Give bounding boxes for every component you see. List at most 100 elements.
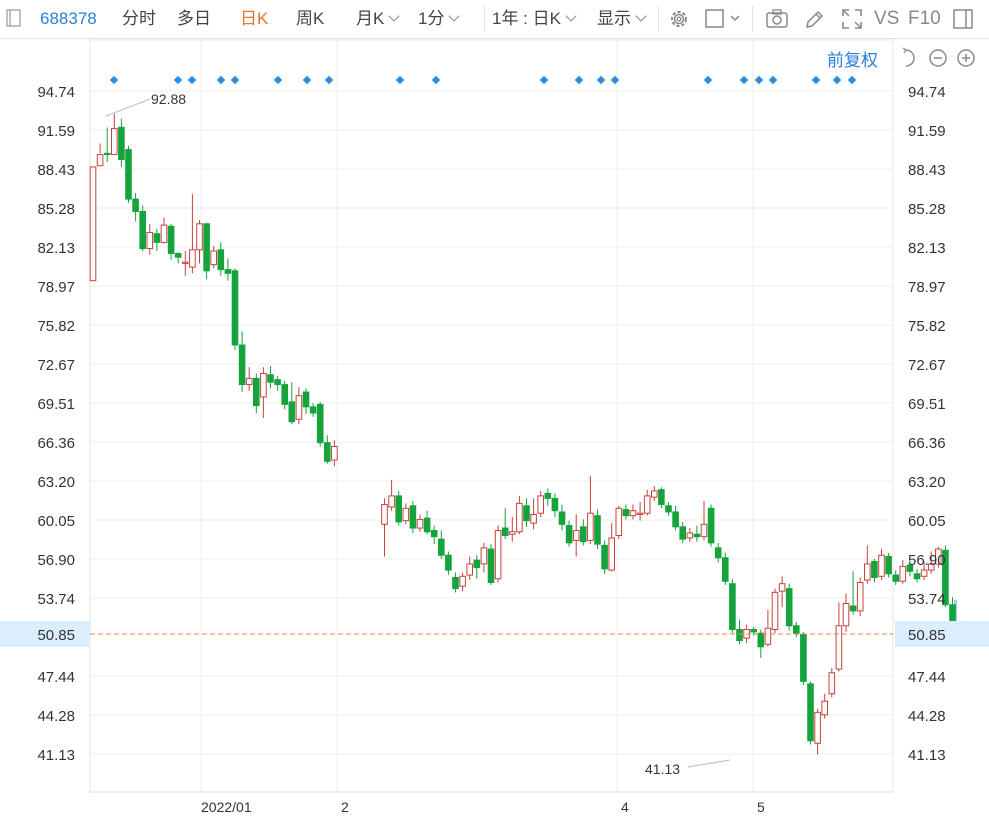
event-marker-diamond bbox=[703, 75, 713, 85]
candle-body bbox=[210, 250, 217, 266]
candle-body bbox=[643, 495, 651, 514]
event-marker-diamond bbox=[847, 75, 857, 85]
sidebar-toggle-icon[interactable] bbox=[6, 9, 22, 27]
candle-body bbox=[530, 513, 537, 524]
candle-body bbox=[764, 627, 772, 645]
zoom-in-icon[interactable] bbox=[955, 47, 979, 77]
candle-series bbox=[89, 113, 963, 755]
tab-yue-k[interactable]: 月K bbox=[356, 8, 401, 30]
candle-body bbox=[693, 533, 701, 538]
candle-body bbox=[238, 344, 246, 386]
candle-body bbox=[473, 559, 481, 569]
candle-body bbox=[167, 225, 175, 255]
y-tick-label: 88.43 bbox=[37, 162, 75, 179]
tab-ri-k[interactable]: 日K bbox=[240, 8, 268, 30]
event-marker-diamond bbox=[739, 75, 749, 85]
candle-body bbox=[651, 490, 658, 498]
candle-body bbox=[899, 565, 907, 582]
candle-body bbox=[146, 231, 154, 250]
y-tick-label: 56.90 bbox=[908, 552, 946, 569]
side-panel-icon[interactable] bbox=[952, 8, 976, 30]
candle-body bbox=[231, 270, 239, 346]
candle-body bbox=[771, 591, 779, 630]
event-marker-diamond bbox=[324, 75, 334, 85]
y-tick-label: 66.36 bbox=[908, 435, 946, 452]
vs-button[interactable]: VS bbox=[874, 8, 899, 30]
gear-icon[interactable] bbox=[667, 8, 691, 30]
y-tick-label: 47.44 bbox=[908, 669, 946, 686]
chevron-down-icon bbox=[565, 10, 577, 22]
tab-fen-shi[interactable]: 分时 bbox=[122, 8, 156, 30]
candle-body bbox=[459, 575, 466, 587]
chart-overlays: 92.88 41.13 bbox=[90, 91, 893, 777]
candle-body bbox=[381, 504, 388, 525]
stock-symbol[interactable]: 688378 bbox=[40, 8, 97, 30]
top-toolbar: 688378 分时 多日 日K 周K 月K 1分 1年 : 日K 显示 VS F… bbox=[0, 0, 989, 39]
candle-body bbox=[402, 507, 410, 522]
x-tick-label: 2022/01 bbox=[201, 799, 252, 815]
price-adjust-label[interactable]: 前复权 bbox=[827, 46, 878, 71]
event-marker-diamond bbox=[173, 75, 183, 85]
candle-body bbox=[160, 224, 168, 243]
y-tick-label: 75.82 bbox=[908, 318, 946, 335]
range-select-label: 1年 : 日K bbox=[492, 9, 561, 28]
range-select[interactable]: 1年 : 日K bbox=[492, 8, 577, 30]
y-tick-label: 69.51 bbox=[908, 396, 946, 413]
toolbar-divider bbox=[658, 6, 659, 32]
low-price-label: 41.13 bbox=[645, 761, 680, 777]
high-price-label: 92.88 bbox=[151, 91, 186, 107]
camera-icon[interactable] bbox=[765, 8, 789, 30]
candle-body bbox=[658, 489, 665, 506]
overlay-toggle-icon[interactable] bbox=[703, 8, 743, 30]
candle-body bbox=[182, 261, 189, 264]
tab-yue-k-label: 月K bbox=[356, 9, 385, 28]
toolbar-divider bbox=[752, 6, 753, 32]
candle-body bbox=[260, 372, 267, 398]
event-marker-diamond bbox=[596, 75, 606, 85]
candle-body bbox=[686, 532, 694, 539]
candle-body bbox=[580, 526, 587, 543]
candle-body bbox=[785, 588, 793, 627]
candle-body bbox=[714, 547, 722, 559]
candle-body bbox=[622, 509, 630, 517]
display-menu[interactable]: 显示 bbox=[597, 8, 647, 30]
y-tick-label: 47.44 bbox=[37, 669, 75, 686]
tab-duo-ri[interactable]: 多日 bbox=[177, 8, 211, 30]
kline-chart[interactable]: 92.88 41.13 94.74 91.59 88.43 85.28 82.13 78.9… bbox=[0, 0, 989, 828]
y-tick-label: 63.20 bbox=[37, 474, 75, 491]
zoom-out-icon[interactable] bbox=[927, 47, 951, 77]
chevron-down-icon bbox=[388, 10, 401, 22]
y-tick-label: 94.74 bbox=[37, 84, 75, 101]
candle-body bbox=[452, 577, 459, 590]
pencil-icon[interactable] bbox=[802, 8, 826, 30]
candle-body bbox=[828, 672, 836, 695]
candle-body bbox=[601, 544, 608, 570]
candle-body bbox=[800, 633, 807, 682]
f10-button[interactable]: F10 bbox=[908, 8, 941, 30]
candle-body bbox=[395, 495, 402, 523]
undo-icon[interactable] bbox=[900, 47, 924, 77]
event-marker-diamond bbox=[187, 75, 197, 85]
y-tick-label: 88.43 bbox=[908, 162, 946, 179]
candle-body bbox=[544, 492, 552, 499]
candle-body bbox=[856, 581, 864, 612]
y-tick-label: 50.85 bbox=[37, 627, 75, 644]
y-tick-label: 50.85 bbox=[908, 627, 946, 644]
event-marker-diamond bbox=[395, 75, 405, 85]
candle-body bbox=[153, 233, 161, 243]
candle-body bbox=[636, 512, 644, 515]
event-marker-diamond bbox=[539, 75, 549, 85]
candle-body bbox=[302, 391, 310, 408]
candle-body bbox=[288, 401, 296, 423]
candle-body bbox=[217, 249, 225, 271]
tab-minute[interactable]: 1分 bbox=[418, 8, 461, 30]
candle-body bbox=[892, 574, 900, 582]
y-tick-label: 56.90 bbox=[37, 552, 75, 569]
chevron-down-icon bbox=[448, 10, 461, 22]
fullscreen-icon[interactable] bbox=[840, 8, 864, 30]
candle-body bbox=[665, 505, 672, 513]
candle-body bbox=[707, 507, 715, 544]
event-marker-diamond bbox=[302, 75, 312, 85]
y-tick-label: 82.13 bbox=[908, 240, 946, 257]
tab-zhou-k[interactable]: 周K bbox=[296, 8, 324, 30]
